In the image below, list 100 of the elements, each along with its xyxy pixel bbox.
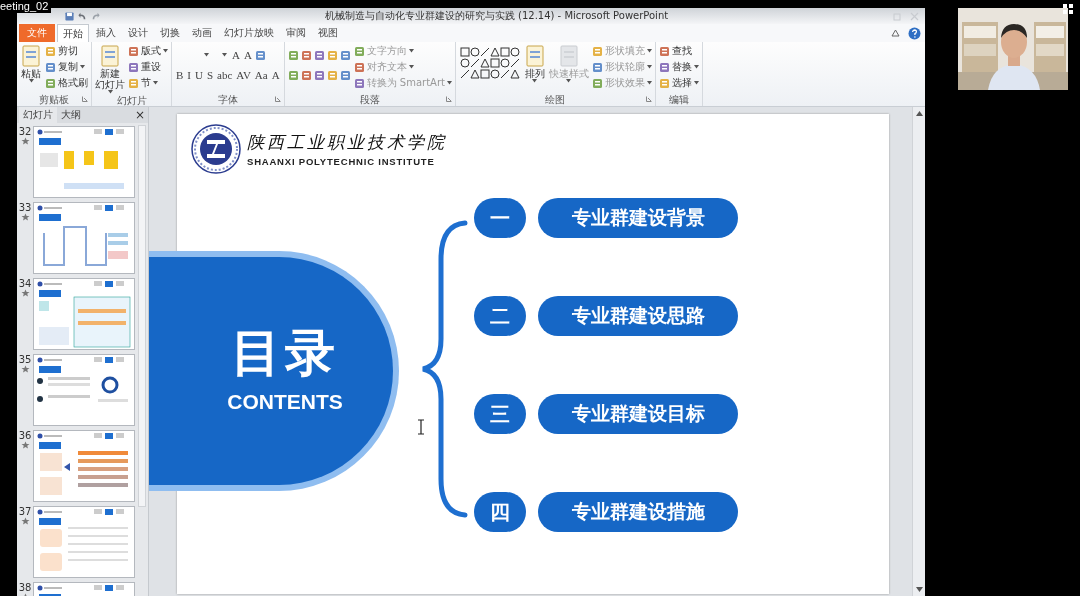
tool-icon (300, 49, 312, 61)
caret-icon (107, 90, 113, 94)
tool-icon (313, 49, 325, 61)
ribbon-button[interactable]: 重设 (128, 60, 168, 74)
format-button[interactable]: abc (216, 69, 234, 81)
ribbon-tab[interactable]: 审阅 (281, 24, 311, 42)
tool-icon (353, 77, 365, 89)
caret-icon (532, 79, 538, 83)
ribbon-tab[interactable]: 视图 (313, 24, 343, 42)
ribbon-button[interactable]: 查找 (658, 44, 699, 58)
star-icon (20, 441, 30, 449)
ribbon-button[interactable]: 剪切 (45, 44, 88, 58)
format-button[interactable]: B (175, 69, 185, 81)
format-button[interactable]: Aa (253, 69, 269, 81)
ribbon-button[interactable]: 新建 幻灯片 (95, 44, 125, 94)
school-name-english: SHAANXI POLYTECHNIC INSTITUTE (247, 156, 436, 167)
format-button[interactable]: A (231, 49, 241, 61)
ribbon-tab[interactable]: 切换 (155, 24, 185, 42)
window-title: 机械制造与自动化专业群建设的研究与实践 (12.14) - Microsoft PowerPoint (323, 9, 670, 23)
format-button[interactable]: S (205, 69, 215, 81)
ribbon-button[interactable]: 版式 (128, 44, 168, 58)
restore-icon (893, 11, 902, 21)
ribbon-button[interactable]: 格式刷 (45, 76, 88, 90)
slide-number: 37 (18, 506, 32, 517)
format-button[interactable]: I (186, 69, 192, 81)
slide-number: 36 (18, 430, 32, 441)
group-label: 段落 (359, 92, 380, 107)
tool-icon (658, 61, 670, 73)
scroll-down-icon (915, 587, 923, 592)
document-icon (20, 44, 42, 68)
caret-icon (28, 79, 34, 83)
tool-icon (658, 45, 670, 57)
slide-thumbnail[interactable] (33, 126, 135, 198)
shapes-gallery (458, 46, 521, 82)
caret-icon (693, 65, 699, 69)
meeting-name: eeting_02 (0, 0, 52, 13)
caret-icon (646, 81, 652, 85)
tool-icon (591, 61, 603, 73)
tool-icon (313, 69, 325, 81)
section-title: 专业群建设思路 (538, 296, 738, 336)
format-button[interactable]: A (270, 69, 281, 81)
slide-number: 32 (18, 126, 32, 137)
tool-icon (353, 45, 365, 57)
tool-icon (45, 77, 56, 89)
ribbon-button[interactable]: 选择 (658, 76, 699, 90)
slide-number: 35 (18, 354, 32, 365)
slide-thumbnail[interactable] (33, 202, 135, 274)
ribbon-button[interactable]: 替换 (658, 60, 699, 74)
format-button[interactable]: U (194, 69, 204, 81)
pane-tab[interactable]: 大纲 (57, 107, 85, 123)
caret-icon (153, 81, 158, 85)
document-icon (523, 44, 546, 68)
slide-thumbnail[interactable] (33, 278, 135, 350)
save-icon (65, 11, 74, 21)
star-icon (20, 289, 30, 297)
slide-number: 34 (18, 278, 32, 289)
caret-icon (566, 79, 572, 83)
slide-thumbnail[interactable] (33, 430, 135, 502)
pane-tab[interactable]: 幻灯片 (19, 107, 57, 123)
star-icon (20, 365, 30, 373)
ribbon-tab[interactable]: 设计 (123, 24, 153, 42)
scrollbar[interactable] (138, 125, 146, 507)
ribbon-tab[interactable]: 幻灯片放映 (219, 24, 279, 42)
tool-icon (45, 45, 56, 57)
tool-icon (339, 69, 351, 81)
tool-icon (287, 69, 299, 81)
caret-icon (693, 81, 699, 85)
caret-icon (408, 49, 414, 53)
tool-icon (254, 49, 266, 61)
school-name: 陕西工业职业技术学院 (247, 131, 447, 154)
ribbon-tab[interactable]: 插入 (91, 24, 121, 42)
group-label: 绘图 (545, 92, 566, 107)
tool-icon (128, 45, 139, 57)
ribbon-button[interactable]: 粘贴 (20, 44, 42, 83)
collapse-icon (891, 29, 900, 37)
text-cursor-icon (417, 419, 425, 435)
slide-thumbnail[interactable] (33, 354, 135, 426)
close-button[interactable]: × (131, 107, 148, 123)
tool-icon (128, 77, 139, 89)
tool-icon (591, 77, 603, 89)
format-button[interactable]: AV (235, 69, 252, 81)
redo-icon (91, 11, 100, 21)
group-label: 字体 (217, 92, 238, 107)
ribbon-button[interactable]: 复制 (45, 60, 88, 74)
caret-icon (408, 65, 414, 69)
tool-icon (45, 61, 56, 73)
group-label: 编辑 (668, 92, 689, 107)
caret-icon (446, 81, 452, 85)
undo-icon (78, 11, 87, 21)
ribbon-button[interactable]: 排列 (523, 44, 546, 83)
caret-icon (204, 53, 209, 57)
ribbon-button[interactable]: 节 (128, 76, 168, 90)
slide-thumbnail[interactable] (33, 506, 135, 578)
ribbon-tab[interactable]: 开始 (57, 24, 89, 42)
ribbon-tab[interactable]: 动画 (187, 24, 217, 42)
caret-icon (163, 49, 168, 53)
scrollbar[interactable] (912, 107, 925, 596)
slide-heading: 目录 (231, 328, 339, 378)
tool-icon (339, 49, 351, 61)
format-button[interactable]: A (242, 49, 253, 61)
